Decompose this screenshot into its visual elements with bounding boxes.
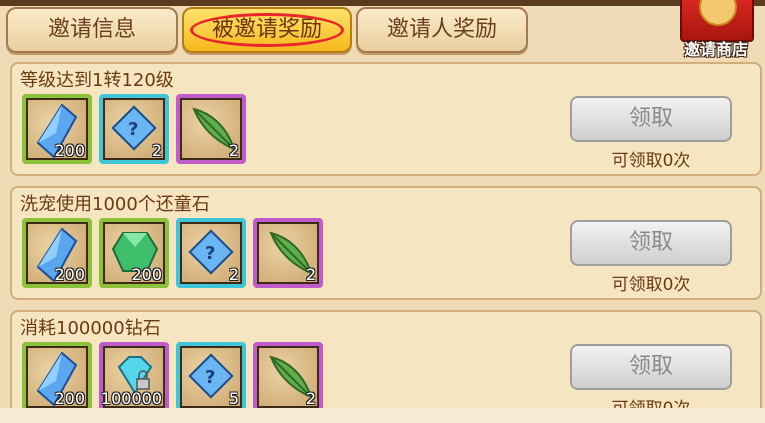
tab-inviter-rewards[interactable]: 邀请人奖励: [356, 7, 528, 53]
reward-item[interactable]: 200: [22, 94, 92, 164]
reward-item[interactable]: ? 5: [176, 342, 246, 408]
claim-button[interactable]: 领取: [570, 344, 732, 390]
claim-count: 可领取0次: [570, 394, 732, 408]
reward-item[interactable]: 2: [253, 218, 323, 288]
reward-item[interactable]: 200: [99, 218, 169, 288]
reward-task: 洗宠使用1000个还童石 200 200 ? 2 2 领取 可领取0次: [10, 186, 762, 300]
task-title: 消耗100000钻石: [20, 318, 161, 339]
reward-list[interactable]: 等级达到1转120级 200 ? 2 2 领取 可领取0次 洗宠使用1000个还…: [10, 62, 762, 408]
item-quantity: 2: [305, 265, 316, 284]
reward-item[interactable]: 200: [22, 342, 92, 408]
claim-button[interactable]: 领取: [570, 220, 732, 266]
invite-shop-button[interactable]: 邀请商店: [672, 0, 760, 60]
item-quantity: 2: [151, 141, 162, 160]
shop-label: 邀请商店: [683, 40, 748, 59]
item-quantity: 200: [54, 389, 85, 408]
tab-invitee-rewards[interactable]: 被邀请奖励: [182, 7, 352, 53]
reward-task: 消耗100000钻石 200 100000 ? 5 2 领取 可领取0次: [10, 310, 762, 408]
tab-label: 邀请人奖励: [386, 17, 497, 42]
svg-text:?: ?: [128, 119, 138, 140]
item-quantity: 200: [131, 265, 162, 284]
tab-label: 邀请信息: [47, 17, 136, 42]
claim-button[interactable]: 领取: [570, 96, 732, 142]
item-quantity: 5: [228, 389, 239, 408]
reward-item[interactable]: 100000: [99, 342, 169, 408]
reward-item[interactable]: ? 2: [176, 218, 246, 288]
reward-item[interactable]: 200: [22, 218, 92, 288]
top-border: [0, 0, 765, 6]
item-quantity: 2: [228, 141, 239, 160]
svg-text:?: ?: [205, 243, 215, 264]
item-quantity: 100000: [100, 389, 162, 408]
reward-task: 等级达到1转120级 200 ? 2 2 领取 可领取0次: [10, 62, 762, 176]
reward-item[interactable]: 2: [176, 94, 246, 164]
claim-count: 可领取0次: [611, 275, 691, 295]
highlight-ring: [190, 13, 344, 47]
reward-item[interactable]: ? 2: [99, 94, 169, 164]
task-title: 等级达到1转120级: [20, 70, 174, 91]
svg-text:?: ?: [205, 367, 215, 388]
bottom-border: [0, 408, 765, 423]
item-quantity: 2: [305, 389, 316, 408]
task-title: 洗宠使用1000个还童石: [20, 194, 210, 215]
item-quantity: 200: [54, 265, 85, 284]
item-quantity: 2: [228, 265, 239, 284]
claim-count: 可领取0次: [611, 151, 691, 171]
tab-invite-info[interactable]: 邀请信息: [6, 7, 178, 53]
reward-item[interactable]: 2: [253, 342, 323, 408]
item-quantity: 200: [54, 141, 85, 160]
